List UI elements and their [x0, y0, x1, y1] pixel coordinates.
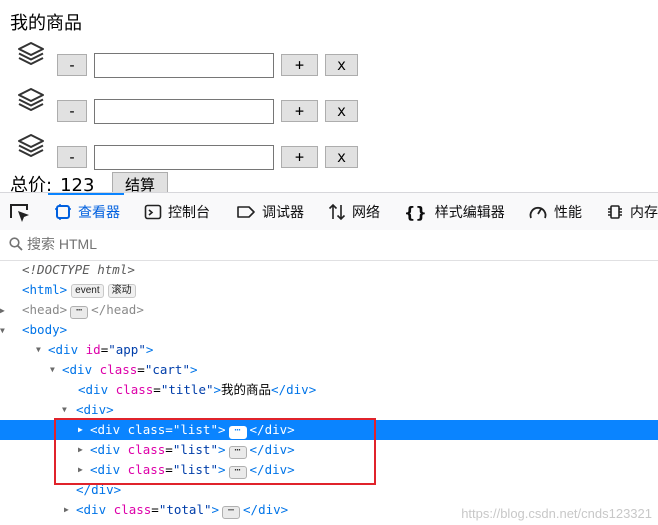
- memory-icon: [608, 205, 622, 219]
- ellipsis-icon[interactable]: ⋯: [222, 506, 241, 519]
- scroll-badge[interactable]: 滚动: [107, 284, 136, 298]
- tag-name: body: [29, 322, 60, 337]
- attr-name: class: [99, 362, 138, 377]
- tree-node-html[interactable]: <html> event 滚动: [0, 280, 658, 300]
- tab-console[interactable]: 控制台: [144, 193, 210, 231]
- decrease-button[interactable]: -: [57, 54, 87, 76]
- search-html-input[interactable]: [27, 234, 427, 254]
- checkout-button[interactable]: 结算: [112, 172, 168, 192]
- tab-label: 性能: [554, 205, 582, 221]
- tag-name-close: div: [286, 382, 309, 397]
- node-text: 我的商品: [221, 382, 272, 397]
- network-icon: [328, 203, 346, 221]
- markup-tree: <!DOCTYPE html> <html> event 滚动 ▶ <head> ⋯ </…: [0, 260, 658, 525]
- tag-name-close: head: [106, 302, 137, 317]
- expand-arrow-icon[interactable]: ▶: [0, 301, 10, 321]
- tag-name: div: [55, 342, 79, 357]
- tag-name-close: div: [258, 502, 281, 517]
- cart-item: - + x: [0, 132, 400, 170]
- html-search-bar: [0, 230, 658, 261]
- delete-button[interactable]: x: [325, 146, 358, 168]
- increase-button[interactable]: +: [281, 54, 318, 76]
- tab-label: 样式编辑器: [434, 205, 505, 221]
- total-value: 123: [52, 175, 100, 192]
- tab-network[interactable]: 网络: [328, 193, 380, 231]
- attr-value: "title": [160, 382, 214, 397]
- collapse-arrow-icon[interactable]: ▼: [62, 400, 72, 420]
- annotation-highlight-box: [54, 418, 376, 485]
- tree-node-doctype[interactable]: <!DOCTYPE html>: [0, 260, 658, 280]
- tab-label: 控制台: [168, 205, 210, 221]
- increase-button[interactable]: +: [281, 146, 318, 168]
- collapse-arrow-icon[interactable]: ▼: [36, 340, 46, 360]
- decrease-button[interactable]: -: [57, 146, 87, 168]
- event-badge[interactable]: event: [71, 284, 104, 298]
- tag-name: div: [69, 362, 93, 377]
- stack-icon: [18, 88, 44, 111]
- expand-arrow-icon[interactable]: ▶: [64, 500, 74, 520]
- tab-memory[interactable]: 内存: [606, 193, 658, 231]
- total-label: 总价:: [10, 175, 53, 192]
- page-preview: 我的商品 - + x - + x - + x 总价: 123 结算: [0, 0, 658, 192]
- tag-name: div: [83, 402, 107, 417]
- search-icon: [9, 237, 23, 251]
- tab-performance[interactable]: 性能: [528, 193, 582, 231]
- tag-name: head: [29, 302, 60, 317]
- cart-item: - + x: [0, 86, 400, 124]
- quantity-input[interactable]: [94, 145, 274, 170]
- tag-name: div: [85, 382, 109, 397]
- watermark: https://blog.csdn.net/cnds123321: [461, 506, 652, 521]
- tab-label: 内存: [630, 205, 658, 221]
- inspector-icon: [55, 204, 71, 220]
- tag-name: html: [29, 282, 60, 297]
- debugger-icon: [237, 206, 255, 218]
- page-title: 我的商品: [10, 13, 82, 34]
- total-row: 总价: 123: [10, 171, 100, 192]
- attr-name: class: [115, 382, 154, 397]
- collapse-arrow-icon[interactable]: ▼: [50, 360, 60, 380]
- attr-value: "total": [158, 502, 212, 517]
- performance-icon: [529, 206, 547, 219]
- doctype-text: <!DOCTYPE html>: [22, 262, 135, 277]
- tree-node-inner-div[interactable]: ▼ <div>: [0, 400, 658, 420]
- element-picker-icon[interactable]: [6, 199, 34, 227]
- quantity-input[interactable]: [94, 99, 274, 124]
- tab-label: 查看器: [78, 205, 120, 221]
- quantity-input[interactable]: [94, 53, 274, 78]
- tab-debugger[interactable]: 调试器: [236, 193, 304, 231]
- stack-icon: [18, 42, 44, 65]
- devtools-toolbar: 查看器 控制台 调试器 网络 {} 样式编辑器 性能 内存: [0, 192, 658, 232]
- delete-button[interactable]: x: [325, 54, 358, 76]
- tree-node-cart[interactable]: ▼ <div class="cart">: [0, 360, 658, 380]
- ellipsis-icon[interactable]: ⋯: [70, 306, 89, 319]
- console-icon: [144, 204, 162, 220]
- attr-name: id: [85, 342, 101, 357]
- tab-label: 调试器: [262, 205, 304, 221]
- tree-node-head[interactable]: ▶ <head> ⋯ </head>: [0, 300, 658, 320]
- tab-style-editor[interactable]: {} 样式编辑器: [404, 193, 505, 231]
- tag-name: div: [83, 502, 107, 517]
- tab-label: 网络: [352, 205, 380, 221]
- attr-name: class: [113, 502, 152, 517]
- tree-node-app[interactable]: ▼ <div id="app">: [0, 340, 658, 360]
- collapse-arrow-icon[interactable]: ▼: [0, 321, 10, 341]
- tree-node-body[interactable]: ▼ <body>: [0, 320, 658, 340]
- style-editor-icon: {}: [404, 202, 427, 222]
- tab-inspector[interactable]: 查看器: [48, 193, 124, 231]
- cart-item: - + x: [0, 40, 400, 78]
- tree-node-title[interactable]: <div class="title">我的商品</div>: [0, 380, 658, 400]
- decrease-button[interactable]: -: [57, 100, 87, 122]
- stack-icon: [18, 134, 44, 157]
- attr-value: "app": [108, 342, 146, 357]
- attr-value: "cart": [144, 362, 190, 377]
- increase-button[interactable]: +: [281, 100, 318, 122]
- delete-button[interactable]: x: [325, 100, 358, 122]
